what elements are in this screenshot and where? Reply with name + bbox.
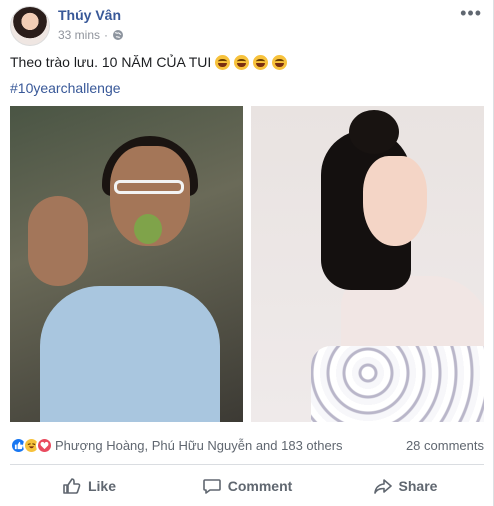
author-name[interactable]: Thúy Vân xyxy=(58,7,121,23)
photo-grid xyxy=(10,106,484,428)
photo-then[interactable] xyxy=(10,106,243,422)
share-icon xyxy=(373,479,392,494)
post-header: Thúy Vân 33 mins · ••• xyxy=(10,4,484,48)
photo-now[interactable] xyxy=(251,106,484,422)
hashtag-link[interactable]: #10yearchallenge xyxy=(10,80,121,96)
laughing-emoji-icon xyxy=(253,54,269,70)
post-time[interactable]: 33 mins xyxy=(58,28,100,42)
comment-icon xyxy=(202,479,221,494)
post-meta: 33 mins · xyxy=(58,28,124,42)
love-icon xyxy=(36,436,53,454)
thumbs-up-icon xyxy=(63,478,81,494)
laughing-emoji-icon xyxy=(215,54,231,70)
laughing-emoji-icon xyxy=(272,54,288,70)
reaction-names[interactable]: Phượng Hoàng, Phú Hữu Nguyễn and 183 oth… xyxy=(55,438,343,453)
globe-icon[interactable] xyxy=(112,29,124,41)
comment-button[interactable]: Comment xyxy=(168,468,326,504)
like-label: Like xyxy=(87,478,116,494)
avatar[interactable] xyxy=(10,6,50,46)
post-status: Theo trào lưu. 10 NĂM CỦA TUI xyxy=(10,54,288,70)
laughing-emoji-icon xyxy=(234,54,250,70)
action-bar: Like Comment Share xyxy=(10,468,484,504)
comment-label: Comment xyxy=(227,478,293,494)
status-text: Theo trào lưu. 10 NĂM CỦA TUI xyxy=(10,54,212,70)
like-button[interactable]: Like xyxy=(10,468,168,504)
divider xyxy=(10,464,484,465)
reaction-summary[interactable]: Phượng Hoàng, Phú Hữu Nguyễn and 183 oth… xyxy=(10,436,343,454)
more-options-icon[interactable]: ••• xyxy=(460,4,482,22)
reactions-bar: Phượng Hoàng, Phú Hữu Nguyễn and 183 oth… xyxy=(10,432,484,458)
comment-count[interactable]: 28 comments xyxy=(406,438,484,453)
post-card: Thúy Vân 33 mins · ••• Theo trào lưu. 10… xyxy=(0,0,494,506)
share-button[interactable]: Share xyxy=(326,468,484,504)
share-label: Share xyxy=(398,478,438,494)
